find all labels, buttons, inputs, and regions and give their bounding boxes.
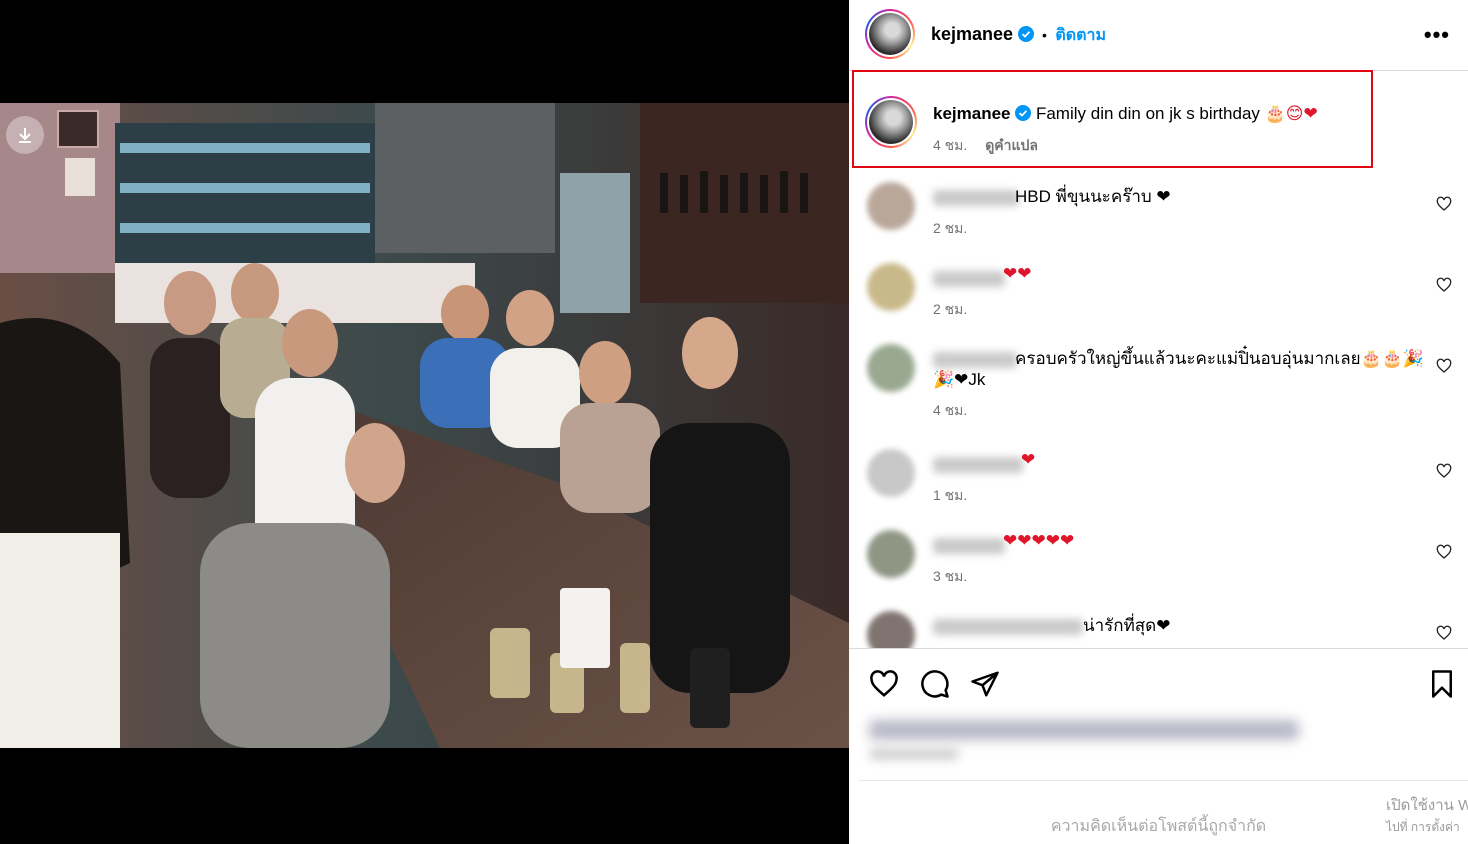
comment-text: ❤❤ <box>1003 264 1032 283</box>
divider <box>859 780 1468 781</box>
comments-restricted-notice: ความคิดเห็นต่อโพสต์นี้ถูกจำกัด <box>1050 818 1267 835</box>
comment-heart-icon[interactable] <box>1436 463 1452 479</box>
comment-avatar[interactable] <box>867 344 915 392</box>
caption-time: 4 ชม. <box>933 137 968 153</box>
comment-item: HBD พี่ขุนนะคร๊าบ ❤ 2 ชม. <box>849 182 1468 262</box>
comment-heart-icon[interactable] <box>1436 625 1452 641</box>
bookmark-icon[interactable] <box>1427 669 1457 699</box>
header-avatar[interactable] <box>865 9 915 59</box>
caption-username[interactable]: kejmanee <box>933 104 1011 123</box>
comment-item: ❤❤ 2 ชม. <box>849 263 1468 343</box>
caption-meta: 4 ชม. ดูคำแปล <box>933 135 1038 157</box>
likes-info-blurred <box>869 720 1299 740</box>
comment-time: 2 ชม. <box>933 220 968 236</box>
comment-text: ❤ <box>1021 450 1036 469</box>
windows-activation-watermark-sub: ไปที่ การตั้งค่า <box>1386 820 1460 834</box>
comment-item: ครอบครัวใหญ่ขึ้นแล้วนะคะแม่ปิ๋นอบอุ่นมาก… <box>849 344 1468 444</box>
comment-username-blurred[interactable] <box>933 538 1005 554</box>
comment-avatar[interactable] <box>867 263 915 311</box>
comment-avatar[interactable] <box>867 449 915 497</box>
comment-username-blurred[interactable] <box>933 352 1017 368</box>
comment-time: 4 ชม. <box>933 402 968 418</box>
photo-illustration <box>0 103 849 748</box>
comment-text-cont: 🎉❤Jk <box>933 370 986 389</box>
comment-time: 2 ชม. <box>933 301 968 317</box>
translate-link[interactable]: ดูคำแปล <box>985 137 1038 153</box>
photo-pane <box>0 0 849 844</box>
comment-heart-icon[interactable] <box>1436 277 1452 293</box>
post-side-panel: kejmanee • ติดตาม ••• kejmanee Family di… <box>849 0 1468 844</box>
comment-avatar[interactable] <box>867 182 915 230</box>
post-date-blurred <box>869 748 959 760</box>
verified-icon <box>1015 105 1032 121</box>
comment-username-blurred[interactable] <box>933 457 1023 473</box>
comment-time: 1 ชม. <box>933 487 968 503</box>
comment-item: น่ารักที่สุด❤ <box>849 611 1468 648</box>
caption: kejmanee Family din din on jk s birthday… <box>933 104 1318 124</box>
comment-avatar[interactable] <box>867 611 915 648</box>
download-button[interactable] <box>6 116 44 154</box>
comment-item: ❤ 1 ชม. <box>849 449 1468 529</box>
more-options-icon[interactable]: ••• <box>1424 22 1450 48</box>
download-icon <box>19 128 31 143</box>
comment-time: 3 ชม. <box>933 568 968 584</box>
comment-username-blurred[interactable] <box>933 190 1019 206</box>
comment-text: น่ารักที่สุด❤ <box>1083 616 1171 635</box>
post-photo[interactable] <box>0 103 849 748</box>
header-username[interactable]: kejmanee <box>931 24 1013 44</box>
comment-avatar[interactable] <box>867 530 915 578</box>
comment-text: ครอบครัวใหญ่ขึ้นแล้วนะคะแม่ปิ๋นอบอุ่นมาก… <box>1015 349 1425 368</box>
comment-username-blurred[interactable] <box>933 619 1083 635</box>
separator-dot: • <box>1041 27 1047 43</box>
caption-text: Family din din on jk s birthday <box>1035 104 1260 123</box>
comment-heart-icon[interactable] <box>1436 196 1452 212</box>
windows-activation-watermark: เปิดใช้งาน Windows <box>1386 797 1468 814</box>
caption-avatar[interactable] <box>865 96 917 148</box>
comment-item: ❤❤❤❤❤ 3 ชม. <box>849 530 1468 610</box>
comment-text: ❤❤❤❤❤ <box>1003 531 1075 550</box>
comment-heart-icon[interactable] <box>1436 544 1452 560</box>
follow-button[interactable]: ติดตาม <box>1055 27 1106 44</box>
header-user: kejmanee • ติดตาม <box>931 23 1106 48</box>
action-bar <box>849 648 1468 704</box>
instagram-post-view: kejmanee • ติดตาม ••• kejmanee Family di… <box>0 0 1468 844</box>
heart-icon[interactable] <box>869 669 899 699</box>
caption-emoji: 🎂😊❤ <box>1264 104 1318 123</box>
comments-list[interactable]: HBD พี่ขุนนะคร๊าบ ❤ 2 ชม. ❤❤ 2 ชม. ครอบค… <box>849 170 1468 648</box>
post-header: kejmanee • ติดตาม ••• <box>849 0 1468 71</box>
comment-text: HBD พี่ขุนนะคร๊าบ ❤ <box>1015 187 1171 206</box>
comment-icon[interactable] <box>920 669 950 699</box>
comment-username-blurred[interactable] <box>933 271 1005 287</box>
share-icon[interactable] <box>970 669 1000 699</box>
comment-heart-icon[interactable] <box>1436 358 1452 374</box>
verified-icon <box>1017 26 1034 42</box>
